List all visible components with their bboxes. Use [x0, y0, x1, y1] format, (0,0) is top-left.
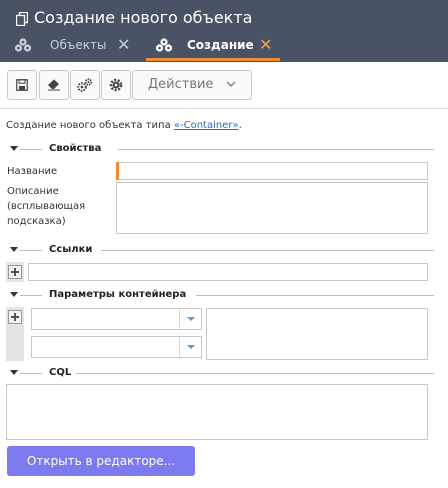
name-field[interactable] [116, 162, 428, 180]
section-title: Ссылки [49, 244, 93, 255]
close-icon[interactable]: ✕ [259, 36, 272, 54]
name-label: Название [7, 166, 58, 177]
save-button[interactable] [7, 70, 37, 100]
gear-icon [109, 78, 123, 92]
title-bar: Создание нового объекта Объекты ✕ Создан… [0, 0, 448, 62]
param-value-select[interactable] [31, 336, 202, 358]
open-in-editor-button[interactable]: Открыть в редакторе... [7, 446, 195, 476]
intro-text: Создание нового объекта типа «-Container… [6, 120, 242, 131]
section-links[interactable]: Ссылки [6, 244, 434, 257]
save-icon [16, 79, 28, 91]
section-cql[interactable]: CQL [6, 367, 434, 380]
section-rule [118, 149, 434, 150]
description-label: Описание (всплывающая подсказка) [7, 186, 86, 227]
action-dropdown[interactable]: Действие [132, 70, 252, 100]
section-title: Параметры контейнера [49, 289, 187, 300]
dropdown-arrow-icon[interactable] [179, 337, 201, 357]
section-rule [20, 250, 42, 251]
param-value-area[interactable] [206, 308, 428, 360]
section-rule [101, 250, 434, 251]
page-title: Создание нового объекта [34, 8, 253, 27]
required-indicator [116, 162, 119, 180]
clear-button[interactable] [39, 70, 69, 100]
section-rule [76, 373, 434, 374]
action-dropdown-label: Действие [148, 77, 214, 92]
toolbar: Действие [0, 62, 448, 108]
tab-create-label: Создание [187, 38, 254, 52]
collapse-icon[interactable] [10, 247, 18, 252]
collapse-icon[interactable] [10, 292, 18, 297]
dropdown-arrow-icon[interactable] [179, 309, 201, 329]
add-link-button[interactable] [8, 265, 22, 279]
active-tab-indicator [146, 58, 280, 61]
add-param-button[interactable] [8, 310, 22, 324]
config-button[interactable] [101, 70, 131, 100]
section-rule [196, 295, 434, 296]
eraser-icon [48, 79, 60, 91]
cubes-icon [155, 38, 173, 52]
settings-gears-icon [77, 78, 93, 92]
section-rule [20, 373, 42, 374]
toolbar-divider [0, 108, 448, 109]
tab-create[interactable]: Создание ✕ [155, 36, 275, 58]
description-field[interactable] [116, 182, 428, 234]
section-title: CQL [49, 367, 72, 378]
copy-window-icon [16, 12, 28, 26]
section-properties[interactable]: Свойства [6, 143, 434, 156]
open-in-editor-label: Открыть в редакторе... [26, 454, 176, 468]
collapse-icon[interactable] [10, 146, 18, 151]
links-field[interactable] [28, 263, 428, 281]
section-container-params[interactable]: Параметры контейнера [6, 289, 434, 302]
close-icon[interactable]: ✕ [117, 36, 130, 54]
section-rule [20, 149, 42, 150]
chevron-down-icon [226, 81, 236, 87]
container-type-link[interactable]: «-Container» [174, 120, 239, 131]
tab-objects[interactable]: Объекты ✕ [14, 36, 134, 58]
cql-editor[interactable] [6, 384, 428, 440]
cubes-icon [14, 38, 32, 52]
settings-button[interactable] [70, 70, 100, 100]
section-rule [20, 295, 42, 296]
section-title: Свойства [49, 143, 102, 154]
tab-objects-label: Объекты [50, 38, 107, 52]
collapse-icon[interactable] [10, 370, 18, 375]
param-key-select[interactable] [31, 308, 202, 330]
